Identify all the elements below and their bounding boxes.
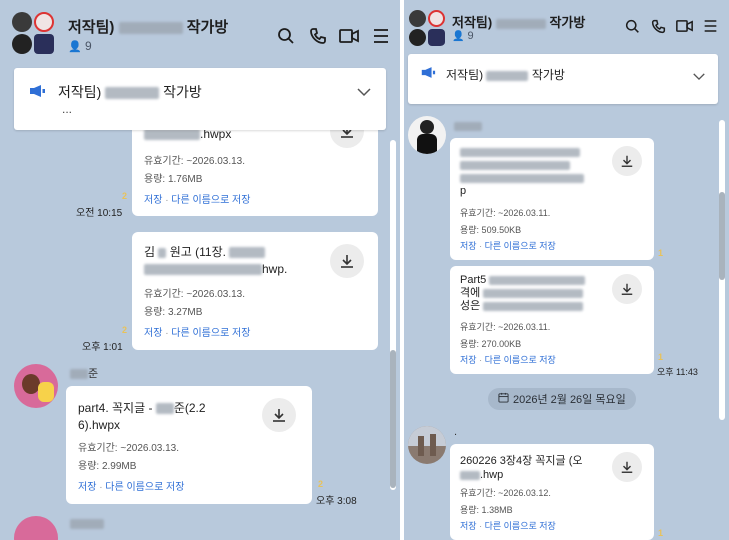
chat-header: 저작팀) 작가방 👤 9 (0, 0, 400, 62)
chat-window-right: 저작팀) 작가방 👤 9 저작팀) 작가방 p 유효기간: ~2026.03.1… (404, 0, 729, 540)
save-as-link[interactable]: 다른 이름으로 저장 (171, 195, 250, 206)
calendar-icon (498, 392, 509, 406)
member-count[interactable]: 👤 9 (68, 39, 92, 53)
sender-name: . (454, 426, 458, 438)
sender-name (70, 518, 104, 530)
file-size: 용량: 3.27MB (144, 307, 203, 318)
download-button[interactable] (262, 398, 296, 432)
phone-icon[interactable] (306, 24, 330, 48)
save-link[interactable]: 저장 (460, 521, 477, 531)
file-actions: 저장 · 다른 이름으로 저장 (144, 195, 251, 206)
menu-icon[interactable] (369, 24, 393, 48)
menu-icon[interactable] (700, 16, 720, 36)
unread-count: 1 (658, 248, 664, 258)
file-actions: 저장 · 다른 이름으로 저장 (78, 482, 185, 493)
chevron-down-icon[interactable] (692, 68, 706, 86)
file-expiry: 유효기간: ~2026.03.12. (460, 488, 551, 498)
video-icon[interactable] (337, 24, 361, 48)
sender-avatar[interactable] (14, 364, 58, 408)
save-as-link[interactable]: 다른 이름으로 저장 (171, 328, 250, 339)
file-actions: 저장 · 다른 이름으로 저장 (144, 328, 251, 339)
unread-count: 2 (122, 325, 128, 335)
message-time: 오후 11:43 (657, 367, 698, 377)
scrollbar-thumb[interactable] (719, 192, 725, 280)
person-icon: 👤 (452, 31, 465, 42)
file-name: 김 원고 (11장. hwp. (144, 245, 288, 276)
download-button[interactable] (612, 146, 642, 176)
file-message[interactable]: 김 원고 (11장. hwp. 유효기간: ~2026.03.13. 용량: 3… (132, 232, 378, 350)
file-name: 260226 3장4장 꼭지글 (오 .hwp (460, 455, 583, 481)
save-as-link[interactable]: 다른 이름으로 저장 (105, 482, 184, 493)
file-expiry: 유효기간: ~2026.03.11. (460, 322, 551, 332)
file-actions: 저장 · 다른 이름으로 저장 (460, 241, 556, 251)
unread-count: 1 (658, 352, 664, 362)
file-name: part4. 꼭지글 - 준(2.2 6).hwpx (78, 401, 206, 432)
sender-avatar[interactable] (408, 426, 446, 464)
file-name: p (460, 146, 610, 198)
file-expiry: 유효기간: ~2026.03.11. (460, 208, 551, 218)
unread-count: 2 (122, 191, 128, 201)
message-time: 오후 1:01 (82, 342, 123, 353)
file-name: Part5 격에 성은 (460, 274, 610, 313)
file-size: 용량: 270.00KB (460, 339, 522, 349)
unread-count: 1 (658, 528, 664, 538)
date-divider: 2026년 2월 26일 목요일 (488, 388, 636, 410)
phone-icon[interactable] (648, 16, 668, 36)
chevron-down-icon[interactable] (356, 84, 372, 102)
search-icon[interactable] (274, 24, 298, 48)
pinned-notice[interactable]: 저작팀) 작가방 (408, 54, 718, 104)
notice-title: 저작팀) 작가방 (446, 68, 565, 82)
video-icon[interactable] (674, 16, 694, 36)
file-size: 용량: 509.50KB (460, 225, 522, 235)
save-link[interactable]: 저장 (144, 328, 162, 339)
save-link[interactable]: 저장 (144, 195, 162, 206)
download-button[interactable] (612, 452, 642, 482)
group-avatar[interactable] (10, 12, 56, 56)
scrollbar-thumb[interactable] (390, 350, 396, 488)
save-as-link[interactable]: 다른 이름으로 저장 (485, 241, 556, 251)
sender-name (454, 120, 482, 132)
download-button[interactable] (330, 244, 364, 278)
person-icon: 👤 (68, 41, 82, 53)
chat-title: 저작팀) 작가방 (452, 15, 586, 30)
save-link[interactable]: 저장 (460, 355, 477, 365)
save-link[interactable]: 저장 (78, 482, 96, 493)
save-as-link[interactable]: 다른 이름으로 저장 (485, 521, 556, 531)
download-button[interactable] (612, 274, 642, 304)
file-size: 용량: 1.76MB (144, 174, 203, 185)
search-icon[interactable] (622, 16, 642, 36)
file-size: 용량: 2.99MB (78, 461, 137, 472)
file-actions: 저장 · 다른 이름으로 저장 (460, 521, 556, 531)
pinned-notice[interactable]: 저작팀) 작가방 ... (14, 68, 386, 130)
megaphone-icon (28, 84, 46, 103)
save-link[interactable]: 저장 (460, 241, 477, 251)
file-message[interactable]: Part5 격에 성은 유효기간: ~2026.03.11. 용량: 270.0… (450, 266, 654, 374)
chat-window-left: 저작팀) 작가방 👤 9 .hwpx 유효기간: ~2026.03.13. 용량 (0, 0, 400, 540)
file-message[interactable]: 260226 3장4장 꼭지글 (오 .hwp 유효기간: ~2026.03.1… (450, 444, 654, 540)
chat-title: 저작팀) 작가방 (68, 19, 229, 36)
group-avatar[interactable] (408, 10, 446, 46)
megaphone-icon (420, 66, 436, 84)
save-as-link[interactable]: 다른 이름으로 저장 (485, 355, 556, 365)
sender-avatar[interactable] (408, 116, 446, 154)
file-expiry: 유효기간: ~2026.03.13. (144, 289, 246, 300)
message-time: 오후 3:08 (316, 496, 357, 507)
file-message[interactable]: part4. 꼭지글 - 준(2.2 6).hwpx 유효기간: ~2026.0… (66, 386, 312, 504)
file-expiry: 유효기간: ~2026.03.13. (144, 156, 246, 167)
notice-snippet: ... (62, 102, 73, 116)
sender-name: 준 (70, 365, 98, 381)
unread-count: 2 (318, 479, 324, 489)
file-size: 용량: 1.38MB (460, 505, 513, 515)
member-count[interactable]: 👤 9 (452, 30, 474, 42)
sender-avatar[interactable] (14, 516, 58, 540)
chat-header: 저작팀) 작가방 👤 9 (404, 0, 729, 52)
message-time: 오전 10:15 (76, 208, 123, 219)
notice-title: 저작팀) 작가방 (58, 84, 202, 100)
file-actions: 저장 · 다른 이름으로 저장 (460, 355, 556, 365)
file-expiry: 유효기간: ~2026.03.13. (78, 443, 180, 454)
file-message[interactable]: p 유효기간: ~2026.03.11. 용량: 509.50KB 저장 · 다… (450, 138, 654, 260)
